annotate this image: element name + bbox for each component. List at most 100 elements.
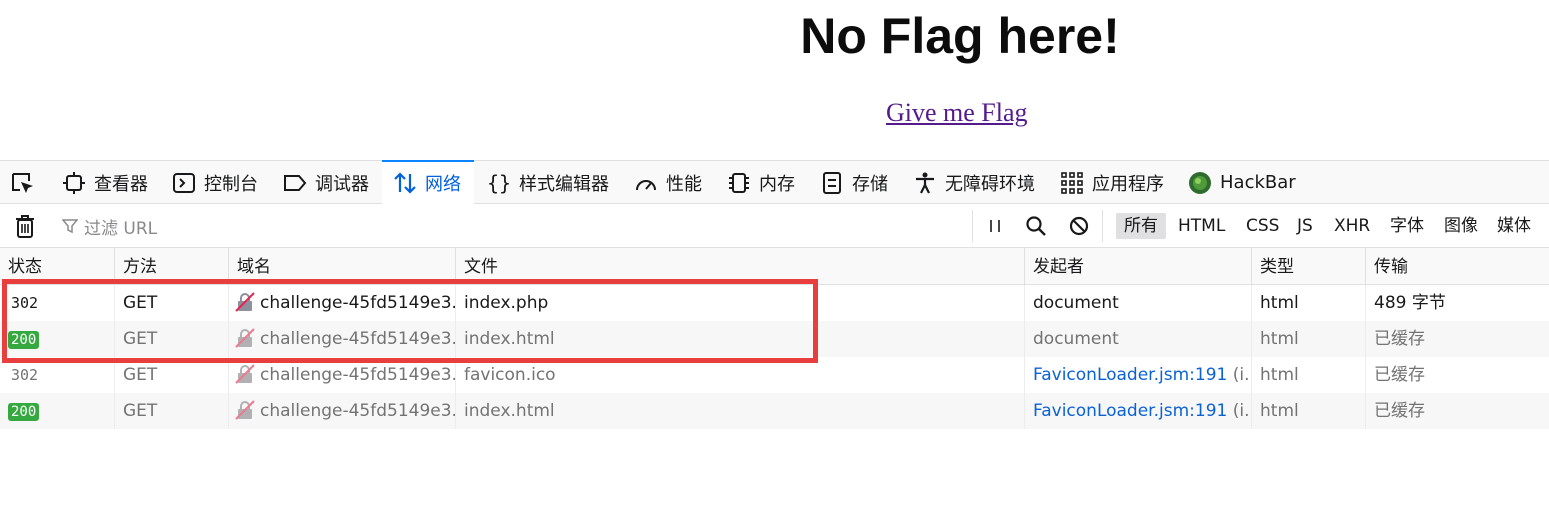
network-icon: [393, 171, 417, 195]
column-transfer[interactable]: 传输: [1366, 248, 1549, 285]
application-icon: [1060, 171, 1084, 195]
block-icon[interactable]: [1067, 214, 1091, 238]
tab-debugger[interactable]: 调试器: [283, 161, 369, 204]
network-toolbar: 过滤 URL 所有 HTML CSS JS XHR 字体 图像 媒体: [0, 204, 1549, 248]
tab-label: 无障碍环境: [945, 173, 1035, 195]
tab-application[interactable]: 应用程序: [1060, 161, 1164, 204]
request-file: index.php: [456, 285, 1025, 321]
table-header: 状态 方法 域名 文件 发起者 类型 传输: [0, 248, 1549, 285]
request-domain: challenge-45fd5149e3...: [260, 329, 456, 349]
tab-style-editor[interactable]: {} 样式编辑器: [487, 161, 609, 204]
tab-network[interactable]: 网络: [382, 160, 474, 204]
request-file: favicon.ico: [456, 357, 1025, 393]
tab-label: 存储: [852, 173, 888, 195]
status-code: 302: [11, 294, 39, 312]
tab-performance[interactable]: 性能: [634, 161, 702, 204]
performance-icon: [634, 171, 658, 195]
accessibility-icon: [913, 171, 937, 195]
request-transfer: 已缓存: [1374, 401, 1425, 421]
table-row[interactable]: 302 GET challenge-45fd5149e3... favicon.…: [0, 357, 1549, 393]
type-filter-font[interactable]: 字体: [1382, 213, 1432, 239]
memory-icon: [727, 171, 751, 195]
tab-console[interactable]: 控制台: [172, 161, 258, 204]
request-initiator-cell: FaviconLoader.jsm:191 (i...: [1025, 357, 1252, 393]
type-filter-image[interactable]: 图像: [1436, 213, 1486, 239]
tab-inspector[interactable]: 查看器: [62, 161, 148, 204]
request-transfer: 489 字节: [1374, 293, 1446, 313]
type-filter-media[interactable]: 媒体: [1489, 213, 1539, 239]
request-file: index.html: [456, 393, 1025, 429]
column-method[interactable]: 方法: [115, 248, 229, 285]
request-method: GET: [115, 321, 229, 357]
request-domain: challenge-45fd5149e3...: [260, 401, 456, 421]
request-initiator: document: [1025, 285, 1252, 321]
tab-hackbar[interactable]: HackBar: [1188, 161, 1296, 204]
pause-icon[interactable]: [983, 214, 1007, 238]
column-type[interactable]: 类型: [1252, 248, 1366, 285]
request-file: index.html: [456, 321, 1025, 357]
insecure-lock-icon: [235, 289, 255, 312]
devtools-tabbar: 查看器 控制台 调试器 网络 {} 样式编辑器 性能 内存 存储 无障碍环境 应…: [0, 160, 1549, 204]
hackbar-icon: [1188, 171, 1212, 195]
request-initiator-cell: FaviconLoader.jsm:191 (i...: [1025, 393, 1252, 429]
request-type: html: [1252, 357, 1366, 393]
table-row[interactable]: 200 GET challenge-45fd5149e3... index.ht…: [0, 321, 1549, 357]
toolbar-separator: [972, 210, 973, 242]
insecure-lock-icon: [235, 325, 255, 348]
tab-label: 性能: [666, 173, 702, 195]
initiator-link[interactable]: FaviconLoader.jsm:191: [1033, 401, 1227, 421]
insecure-lock-icon: [235, 361, 255, 384]
style-editor-icon: {}: [486, 170, 512, 195]
element-picker-icon[interactable]: [10, 171, 36, 197]
request-method: GET: [115, 357, 229, 393]
type-filter-all[interactable]: 所有: [1116, 213, 1166, 239]
request-domain: challenge-45fd5149e3...: [260, 293, 456, 313]
request-type: html: [1252, 393, 1366, 429]
tab-accessibility[interactable]: 无障碍环境: [913, 161, 1035, 204]
filter-url-input[interactable]: 过滤 URL: [62, 214, 158, 239]
type-filter-js[interactable]: JS: [1289, 213, 1321, 239]
column-status[interactable]: 状态: [0, 248, 115, 285]
request-type: html: [1252, 285, 1366, 321]
funnel-icon: [62, 218, 78, 234]
status-code: 200: [8, 403, 40, 421]
column-domain[interactable]: 域名: [229, 248, 456, 285]
column-initiator[interactable]: 发起者: [1025, 248, 1252, 285]
initiator-suffix: (i...: [1232, 401, 1251, 421]
tab-label: 查看器: [94, 173, 148, 195]
type-filter-xhr[interactable]: XHR: [1326, 213, 1378, 239]
type-filter-html[interactable]: HTML: [1170, 213, 1233, 239]
type-filter-css[interactable]: CSS: [1238, 213, 1287, 239]
request-transfer: 已缓存: [1374, 365, 1425, 385]
request-transfer: 已缓存: [1374, 329, 1425, 349]
page-content: No Flag here! Give me Flag: [0, 0, 1549, 160]
request-method: GET: [115, 285, 229, 321]
tab-label: HackBar: [1220, 172, 1296, 193]
tab-label: 应用程序: [1092, 173, 1164, 195]
inspector-icon: [62, 171, 86, 195]
request-type: html: [1252, 321, 1366, 357]
request-domain: challenge-45fd5149e3...: [260, 365, 456, 385]
initiator-link[interactable]: FaviconLoader.jsm:191: [1033, 365, 1227, 385]
column-file[interactable]: 文件: [456, 248, 1025, 285]
tab-label: 网络: [425, 173, 461, 195]
request-method: GET: [115, 393, 229, 429]
insecure-lock-icon: [235, 397, 255, 420]
page-title: No Flag here!: [800, 8, 1120, 64]
trash-icon[interactable]: [12, 213, 38, 239]
table-row[interactable]: 302 GET challenge-45fd5149e3... index.ph…: [0, 285, 1549, 321]
tab-label: 控制台: [204, 173, 258, 195]
tab-label: 样式编辑器: [519, 173, 609, 195]
debugger-icon: [283, 171, 307, 195]
filter-placeholder: 过滤 URL: [84, 218, 158, 239]
request-initiator: document: [1025, 321, 1252, 357]
give-me-flag-link[interactable]: Give me Flag: [886, 98, 1028, 128]
table-row[interactable]: 200 GET challenge-45fd5149e3... index.ht…: [0, 393, 1549, 429]
toolbar-separator: [1102, 210, 1103, 242]
search-icon[interactable]: [1024, 214, 1048, 238]
tab-label: 调试器: [315, 173, 369, 195]
tab-memory[interactable]: 内存: [727, 161, 795, 204]
status-code: 302: [11, 366, 39, 384]
tab-storage[interactable]: 存储: [820, 161, 888, 204]
devtools-panel: 查看器 控制台 调试器 网络 {} 样式编辑器 性能 内存 存储 无障碍环境 应…: [0, 160, 1549, 524]
